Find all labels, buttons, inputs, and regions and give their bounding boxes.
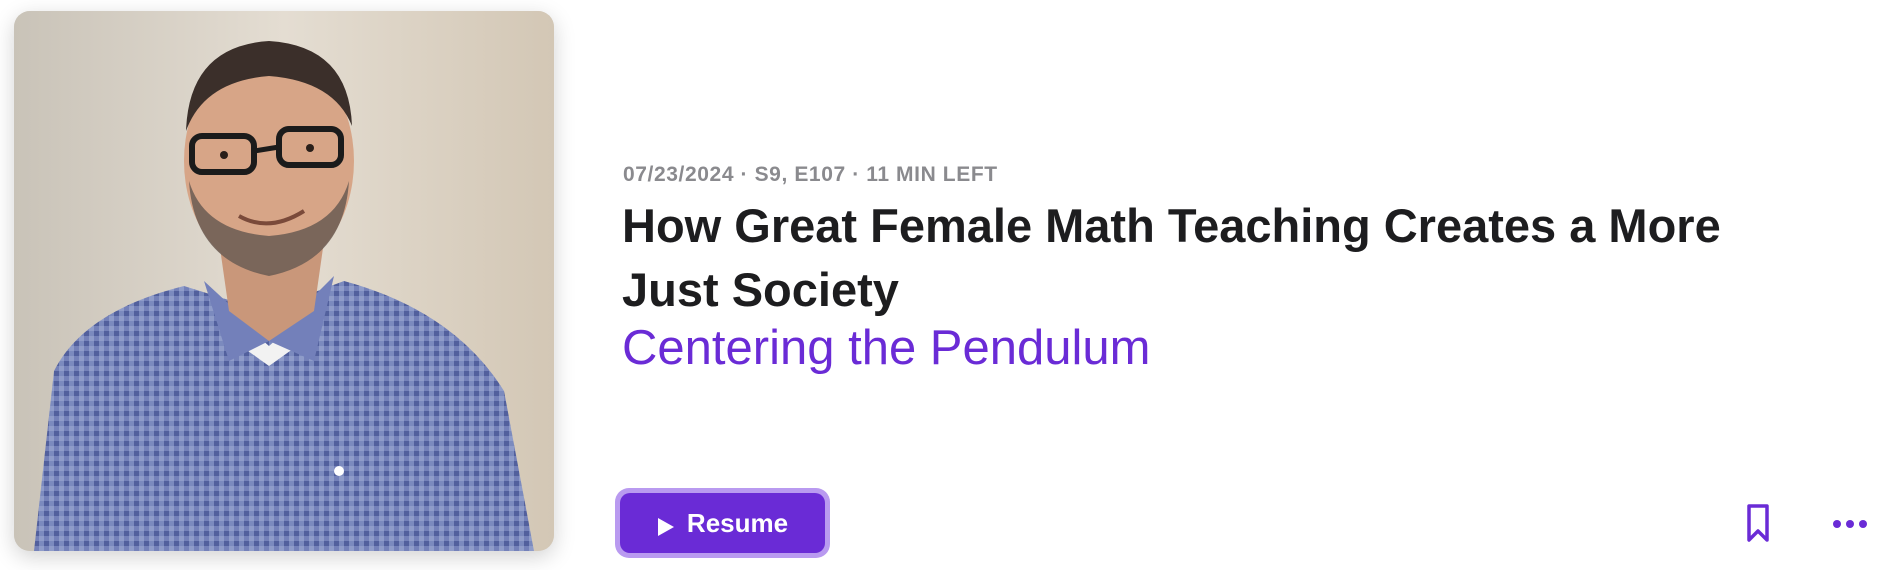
bookmark-button[interactable] [1742, 503, 1774, 543]
bookmark-icon [1742, 504, 1774, 546]
episode-artwork [14, 11, 554, 551]
episode-meta: 07/23/2024 · S9, E107 · 11 MIN LEFT [623, 163, 998, 186]
play-icon [657, 513, 675, 536]
artwork-image [14, 11, 554, 551]
resume-button[interactable]: Resume [620, 493, 825, 553]
resume-button-label: Resume [686, 507, 789, 538]
more-options-button[interactable] [1830, 510, 1870, 538]
ellipsis-icon [1830, 520, 1870, 541]
resume-button-focus-ring: Resume [615, 488, 830, 558]
show-name-link[interactable]: Centering the Pendulum [622, 318, 1150, 378]
episode-header: 07/23/2024 · S9, E107 · 11 MIN LEFT How … [0, 0, 1887, 570]
episode-title: How Great Female Math Teaching Creates a… [622, 199, 1721, 316]
